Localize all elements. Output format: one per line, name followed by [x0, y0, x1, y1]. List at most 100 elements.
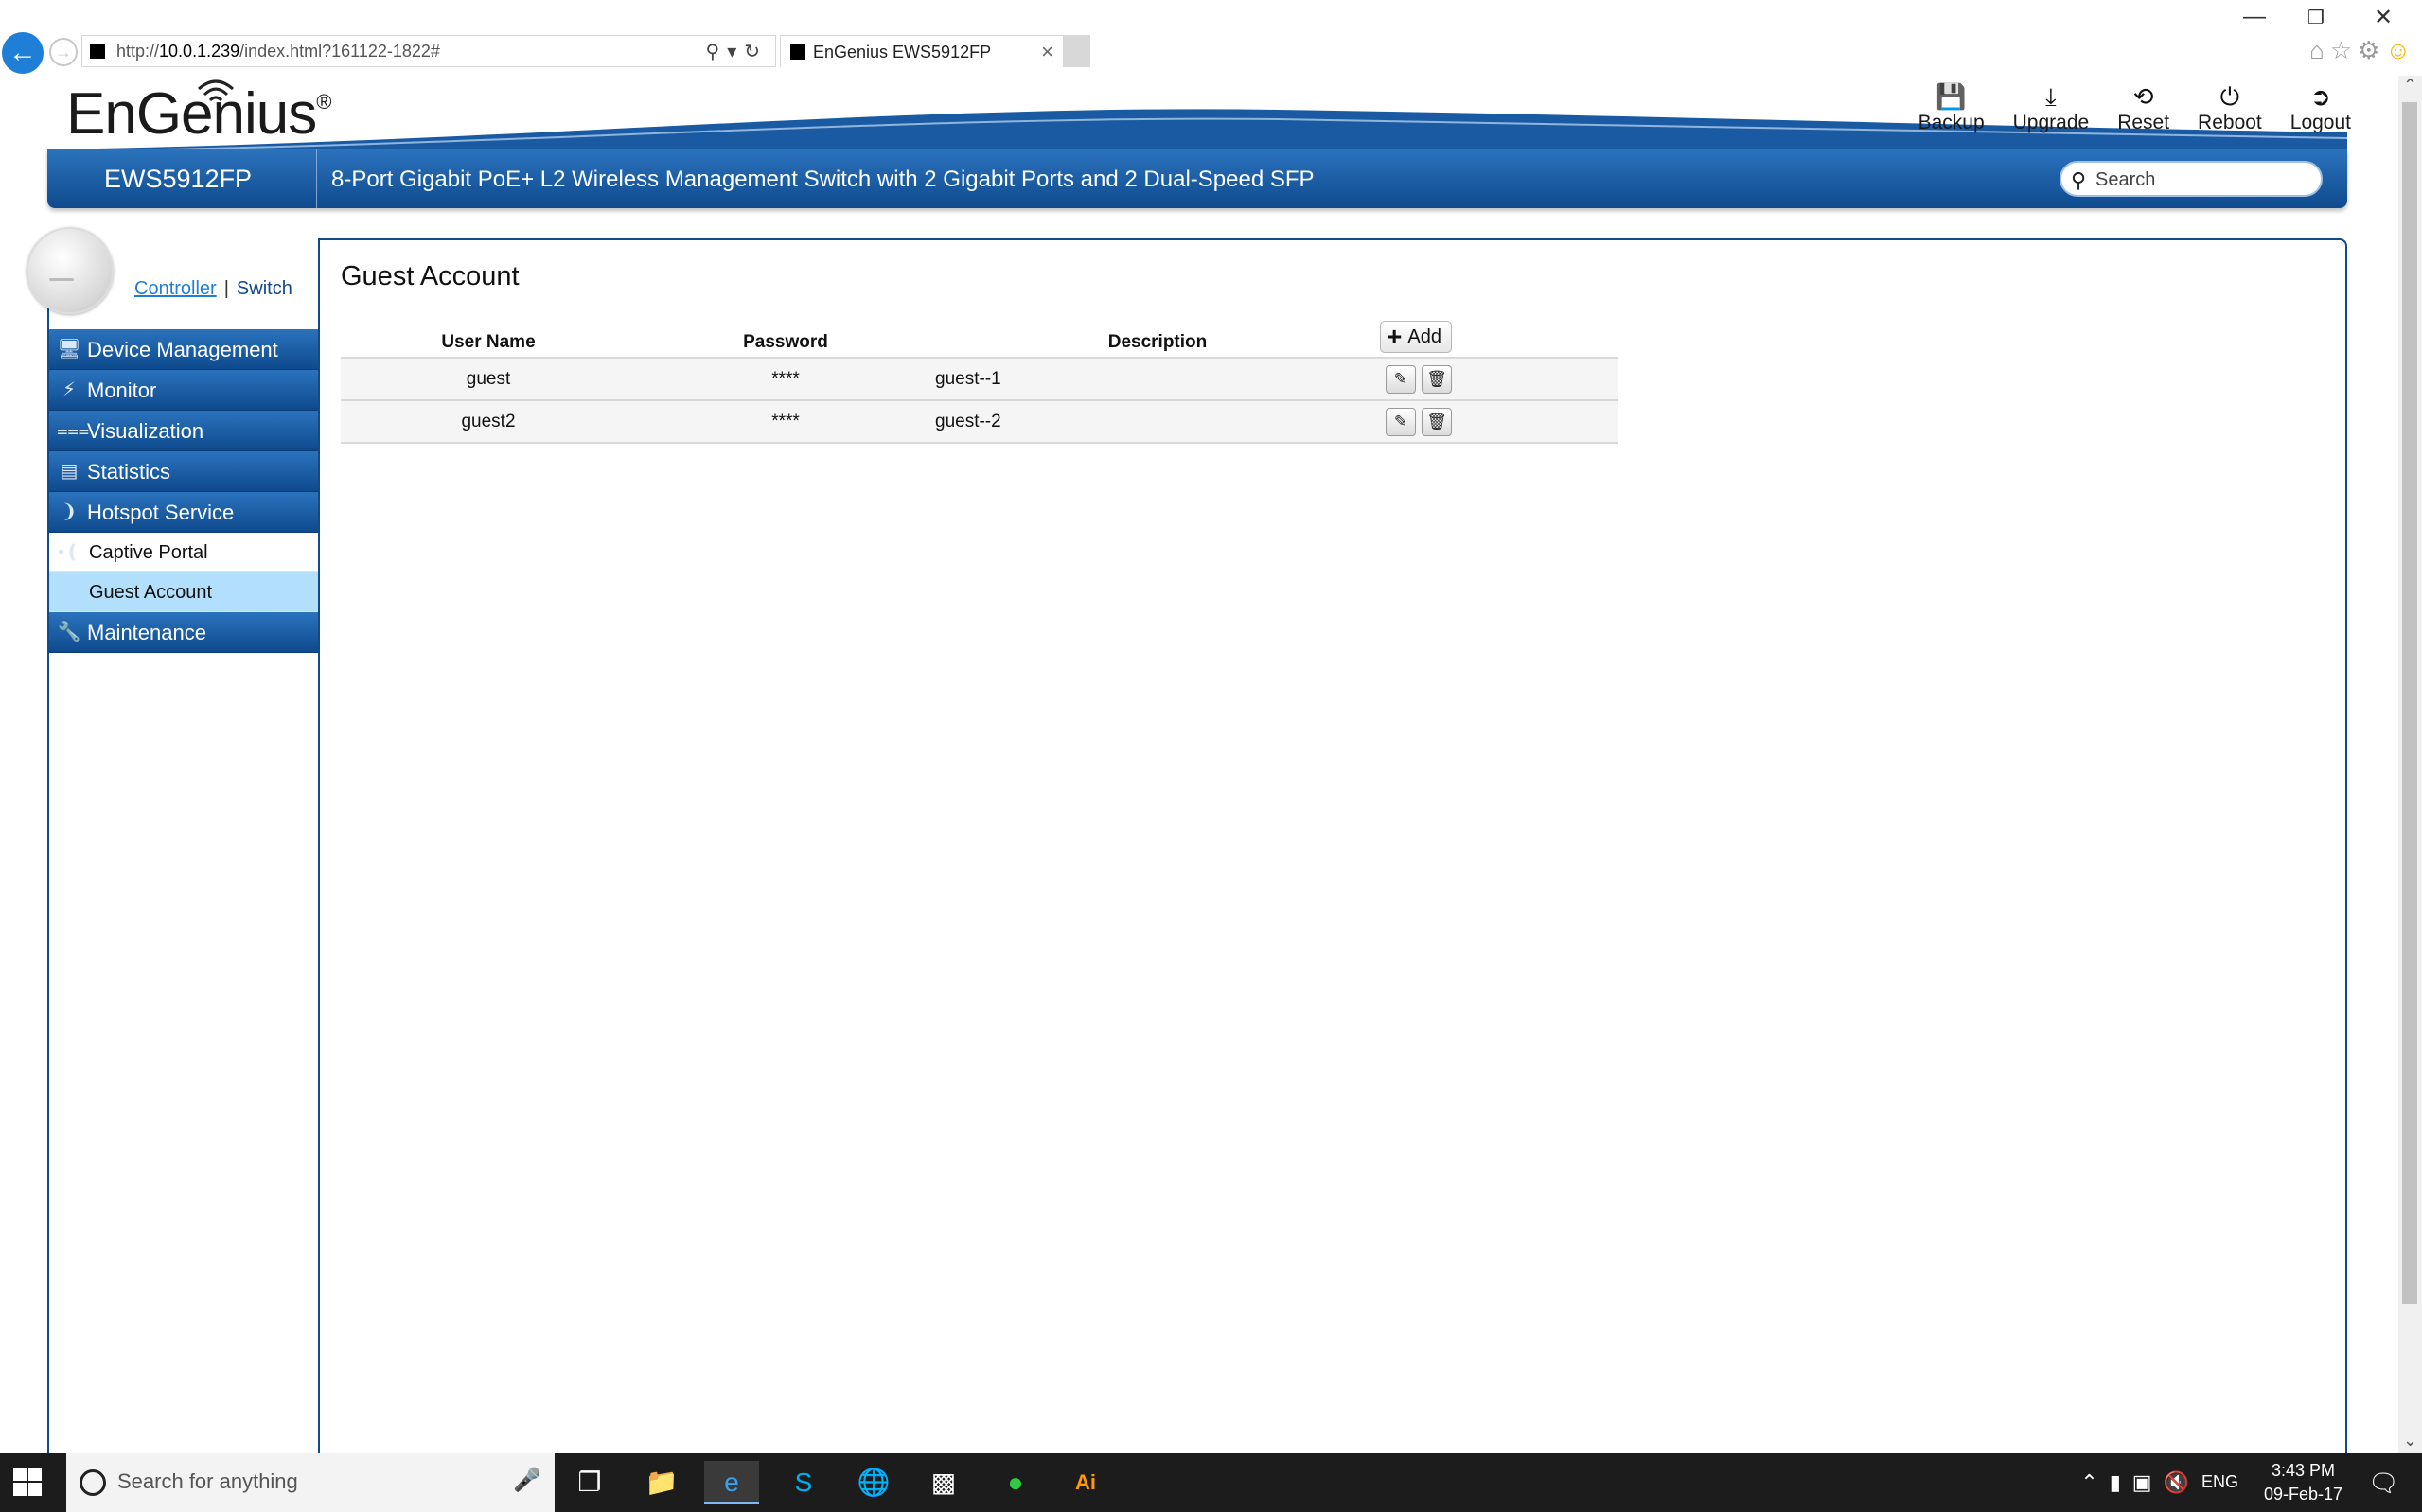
- wireless-icon: ❩•❪: [58, 501, 80, 563]
- feedback-smiley-icon[interactable]: ☺: [2385, 36, 2416, 64]
- favorites-star-icon[interactable]: ☆: [2330, 36, 2358, 64]
- table-header-row: User Name Password Description + Add: [341, 316, 1618, 359]
- new-tab-button[interactable]: [1064, 35, 1090, 67]
- cell-actions: ✎ 🗑: [1380, 400, 1618, 444]
- logout-icon: ➲: [2309, 82, 2331, 111]
- scroll-down-icon[interactable]: ⌄: [2398, 1431, 2422, 1453]
- search-input[interactable]: [2095, 167, 2313, 193]
- web-page: EnGenius® 💾 Backup ⤓ Upgrade ⟲ Reset ⏻ R…: [0, 76, 2398, 1453]
- page-scrollbar[interactable]: ⌃ ⌄: [2398, 76, 2422, 1453]
- language-indicator[interactable]: ENG: [2201, 1472, 2238, 1492]
- cell-user-name: guest: [341, 358, 636, 401]
- scroll-up-icon[interactable]: ⌃: [2398, 76, 2422, 98]
- restore-icon[interactable]: ❐: [2307, 6, 2325, 29]
- device-image: [27, 227, 114, 314]
- edit-pencil-icon[interactable]: ✎: [1386, 364, 1416, 394]
- reset-button[interactable]: ⟲ Reset: [2117, 81, 2169, 134]
- close-window-icon[interactable]: ✕: [2374, 4, 2393, 31]
- add-guest-button[interactable]: + Add: [1380, 321, 1452, 353]
- devices-icon: 🖥: [57, 339, 81, 360]
- cell-password: ****: [636, 400, 935, 444]
- scrollbar-thumb[interactable]: [2402, 102, 2417, 1304]
- cell-description: guest--2: [935, 400, 1380, 444]
- chart-icon: ▤: [60, 461, 79, 482]
- mode-controller-link[interactable]: Controller: [134, 278, 217, 299]
- settings-gear-icon[interactable]: ⚙: [2358, 36, 2385, 64]
- header-band: EWS5912FP 8-Port Gigabit PoE+ L2 Wireles…: [47, 149, 2347, 208]
- page-title: Guest Account: [341, 261, 520, 291]
- address-bar[interactable]: http://10.0.1.239/index.html?161122-1822…: [81, 35, 776, 67]
- address-url[interactable]: http://10.0.1.239/index.html?161122-1822…: [116, 42, 440, 62]
- file-explorer-icon[interactable]: 📁: [634, 1461, 689, 1504]
- tray-clock[interactable]: 3:43 PM 09-Feb-17: [2264, 1459, 2342, 1506]
- column-header-password: Password: [636, 316, 935, 359]
- save-icon: 💾: [1936, 82, 1967, 111]
- sidebar-item-statistics[interactable]: ▤ Statistics: [49, 451, 320, 492]
- delete-trash-icon[interactable]: 🗑: [1422, 407, 1452, 436]
- tray-icons[interactable]: ⌃▮▣🔇: [2080, 1470, 2201, 1495]
- line-app-icon[interactable]: ●: [988, 1461, 1043, 1504]
- browser-tab[interactable]: EnGenius EWS5912FP ×: [780, 35, 1064, 67]
- microphone-icon[interactable]: 🎤: [513, 1467, 541, 1494]
- battery-icon[interactable]: ▮: [2110, 1470, 2132, 1494]
- minimize-icon[interactable]: —: [2243, 4, 2266, 30]
- sidebar-subitem-captive-portal[interactable]: Captive Portal: [49, 533, 320, 572]
- volume-muted-icon[interactable]: 🔇: [2164, 1470, 2201, 1494]
- backup-button[interactable]: 💾 Backup: [1918, 81, 1985, 134]
- logout-button[interactable]: ➲ Logout: [2290, 81, 2351, 134]
- cell-user-name: guest2: [341, 400, 636, 444]
- table-row: guest **** guest--1 ✎ 🗑: [341, 358, 1618, 401]
- sidebar-item-device-management[interactable]: 🖥 Device Management: [49, 329, 320, 370]
- sidebar-item-monitor[interactable]: ⚡ Monitor: [49, 370, 320, 411]
- task-view-icon[interactable]: ❐: [562, 1461, 617, 1504]
- guest-account-table: User Name Password Description + Add gues…: [341, 316, 1618, 444]
- browser-toolbar: ⌂☆⚙☺: [2309, 36, 2416, 65]
- edit-pencil-icon[interactable]: ✎: [1386, 407, 1416, 436]
- mode-switch-link[interactable]: Switch: [237, 278, 292, 299]
- forward-arrow-icon[interactable]: →: [49, 38, 78, 66]
- taskbar-search-placeholder: Search for anything: [117, 1469, 298, 1493]
- wrench-icon: 🔧: [57, 622, 81, 642]
- address-search-icon[interactable]: ⚲▾↻: [706, 40, 768, 63]
- download-icon: ⤓: [2045, 82, 2057, 111]
- sidebar-item-maintenance[interactable]: 🔧 Maintenance: [49, 612, 320, 653]
- sidebar: Controller | Switch 🖥 Device Management ⚡ …: [27, 227, 320, 1453]
- search-box[interactable]: ⚲: [2060, 161, 2323, 197]
- refresh-icon: ⟲: [2132, 82, 2154, 111]
- top-action-bar: 💾 Backup ⤓ Upgrade ⟲ Reset ⏻ Reboot ➲ Lo…: [1918, 81, 2351, 134]
- notification-center-icon[interactable]: 🗨: [2368, 1468, 2399, 1498]
- taskbar-search-box[interactable]: Search for anything 🎤: [66, 1453, 555, 1512]
- upgrade-button[interactable]: ⤓ Upgrade: [2013, 81, 2090, 134]
- cell-actions: ✎ 🗑: [1380, 358, 1618, 401]
- sidebar-item-hotspot-service[interactable]: ❩•❪ Hotspot Service: [49, 492, 320, 563]
- cell-password: ****: [636, 358, 935, 401]
- internet-explorer-icon[interactable]: e: [704, 1461, 759, 1504]
- reboot-button[interactable]: ⏻ Reboot: [2198, 81, 2262, 134]
- chevron-up-icon[interactable]: ⌃: [2080, 1470, 2109, 1494]
- terminal-icon[interactable]: ▩: [916, 1461, 971, 1504]
- model-cell: EWS5912FP: [47, 149, 317, 208]
- search-icon: ⚲: [2071, 168, 2087, 192]
- sidebar-item-visualization[interactable]: ⩶ Visualization: [49, 411, 320, 451]
- plus-icon: +: [1387, 322, 1403, 351]
- tab-close-icon[interactable]: ×: [1041, 40, 1053, 64]
- tab-favicon-icon: [790, 44, 805, 60]
- sidebar-subitem-guest-account[interactable]: Guest Account: [49, 572, 320, 612]
- windows-start-icon[interactable]: [13, 1468, 44, 1498]
- network-app-icon[interactable]: 🌐: [846, 1461, 901, 1504]
- column-header-description: Description: [935, 316, 1380, 359]
- back-arrow-icon[interactable]: ←: [2, 32, 44, 74]
- illustrator-icon[interactable]: Ai: [1058, 1461, 1113, 1504]
- logo-wifi-icon: [198, 79, 234, 102]
- skype-icon[interactable]: S: [776, 1461, 831, 1504]
- home-icon[interactable]: ⌂: [2309, 36, 2330, 64]
- model-description: 8-Port Gigabit PoE+ L2 Wireless Manageme…: [331, 167, 1315, 192]
- tab-title: EnGenius EWS5912FP: [813, 43, 992, 62]
- mode-switch: Controller | Switch: [134, 278, 292, 300]
- system-tray: ⌃▮▣🔇 ENG 3:43 PM 09-Feb-17 🗨: [2002, 1453, 2399, 1512]
- share-icon: ⩶: [57, 420, 90, 441]
- site-favicon-icon: [90, 44, 105, 59]
- browser-chrome: ← → http://10.0.1.239/index.html?161122-…: [0, 0, 2422, 76]
- network-icon[interactable]: ▣: [2132, 1470, 2164, 1494]
- delete-trash-icon[interactable]: 🗑: [1422, 364, 1452, 394]
